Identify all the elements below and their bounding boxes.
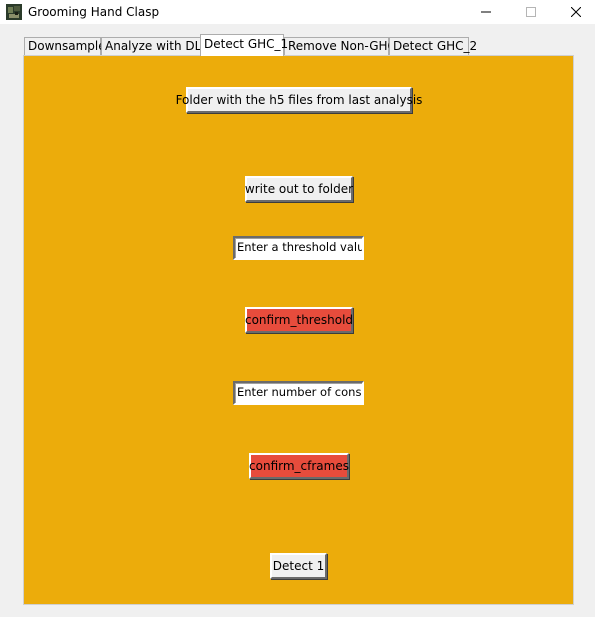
write-out-folder-button[interactable]: write out to folder	[245, 176, 353, 202]
confirm-cframes-button[interactable]: confirm_cframes	[249, 453, 349, 479]
detect-1-button[interactable]: Detect 1	[270, 553, 327, 579]
tab-remove-non-ghc[interactable]: Remove Non-GHC	[284, 37, 396, 55]
title-bar: Grooming Hand Clasp	[0, 0, 595, 24]
app-icon	[6, 4, 22, 20]
window-title: Grooming Hand Clasp	[28, 5, 160, 19]
close-button[interactable]	[553, 0, 595, 24]
tab-detect-ghc-1[interactable]: Detect GHC_1	[200, 34, 288, 56]
tab-downsample[interactable]: Downsample	[24, 37, 106, 55]
minimize-button[interactable]	[463, 0, 509, 24]
tab-detect-ghc-2[interactable]: Detect GHC_2	[389, 37, 477, 55]
close-icon	[571, 7, 581, 17]
maximize-icon	[526, 7, 536, 17]
consecutive-frames-input[interactable]: Enter number of conse	[233, 381, 364, 405]
confirm-threshold-button[interactable]: confirm_threshold	[245, 307, 353, 333]
threshold-input[interactable]: Enter a threshold value	[233, 236, 364, 260]
select-h5-folder-button[interactable]: Folder with the h5 files from last analy…	[176, 87, 422, 113]
tab-analyze-with-dlc[interactable]: Analyze with DLC	[101, 37, 210, 55]
detect-ghc-1-panel: Folder with the h5 files from last analy…	[23, 55, 574, 605]
minimize-icon	[481, 11, 491, 13]
maximize-button[interactable]	[508, 0, 554, 24]
